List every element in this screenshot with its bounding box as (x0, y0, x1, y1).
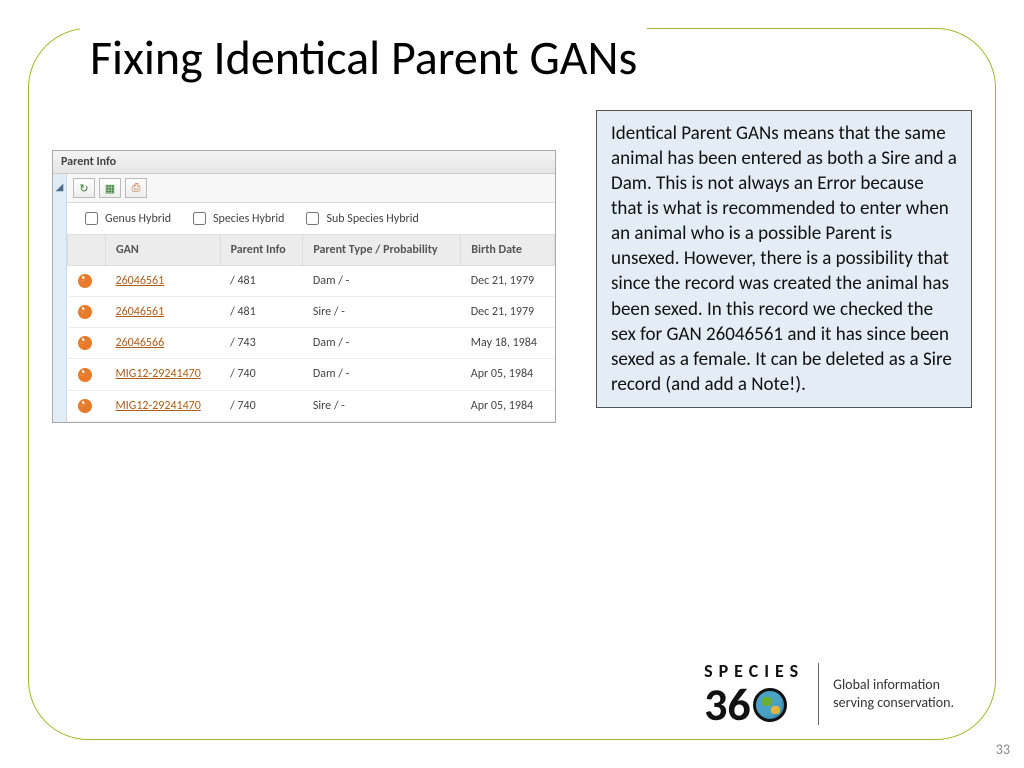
col-parent-info: Parent Info (220, 235, 303, 266)
hybrid-checkbox-row: Genus Hybrid Species Hybrid Sub Species … (67, 203, 555, 234)
cell-parent-type: Sire / - (303, 390, 461, 421)
cell-birth-date: Dec 21, 1979 (461, 297, 555, 328)
logo-360: 36 (704, 682, 804, 728)
col-gan: GAN (106, 235, 221, 266)
slide-title: Fixing Identical Parent GANs (80, 28, 647, 87)
table-row: MIG12-29241470 / 740Sire / -Apr 05, 1984 (68, 390, 555, 421)
cell-birth-date: May 18, 1984 (461, 328, 555, 359)
cell-parent-info: / 481 (220, 266, 303, 297)
gan-link[interactable]: 26046561 (116, 305, 165, 319)
logo-divider (818, 663, 819, 725)
panel-header: Parent Info (53, 151, 555, 174)
animal-icon (78, 368, 92, 382)
animal-icon (78, 336, 92, 350)
animal-icon (78, 274, 92, 288)
cell-parent-type: Dam / - (303, 328, 461, 359)
parent-info-panel: Parent Info ◢ ↻ ▦ ⎙ Genus Hybrid Species… (52, 150, 556, 423)
parent-info-table: GAN Parent Info Parent Type / Probabilit… (67, 234, 555, 422)
cell-parent-info: / 481 (220, 297, 303, 328)
cell-birth-date: Apr 05, 1984 (461, 359, 555, 390)
table-row: 26046561 / 481Dam / -Dec 21, 1979 (68, 266, 555, 297)
export-excel-icon[interactable]: ▦ (99, 178, 121, 198)
globe-icon (753, 688, 787, 722)
sub-species-hybrid-checkbox[interactable]: Sub Species Hybrid (302, 209, 418, 228)
gan-link[interactable]: MIG12-29241470 (116, 367, 201, 381)
animal-icon (78, 399, 92, 413)
cell-parent-info: / 740 (220, 359, 303, 390)
expand-collapse-strip[interactable]: ◢ (53, 174, 67, 422)
genus-hybrid-checkbox[interactable]: Genus Hybrid (81, 209, 171, 228)
species-hybrid-checkbox[interactable]: Species Hybrid (189, 209, 284, 228)
gan-link[interactable]: 26046561 (116, 274, 165, 288)
cell-parent-type: Sire / - (303, 297, 461, 328)
explanation-callout: Identical Parent GANs means that the sam… (596, 110, 972, 408)
refresh-icon[interactable]: ↻ (73, 178, 95, 198)
cell-parent-type: Dam / - (303, 266, 461, 297)
species360-logo: SPECIES 36 Global information serving co… (704, 660, 954, 728)
cell-parent-type: Dam / - (303, 359, 461, 390)
col-parent-type: Parent Type / Probability (303, 235, 461, 266)
cell-parent-info: / 743 (220, 328, 303, 359)
animal-icon (78, 305, 92, 319)
panel-toolbar: ↻ ▦ ⎙ (67, 174, 555, 203)
gan-link[interactable]: MIG12-29241470 (116, 399, 201, 413)
table-row: MIG12-29241470 / 740Dam / -Apr 05, 1984 (68, 359, 555, 390)
table-row: 26046566 / 743Dam / -May 18, 1984 (68, 328, 555, 359)
cell-parent-info: / 740 (220, 390, 303, 421)
page-number: 33 (996, 741, 1010, 758)
gan-link[interactable]: 26046566 (116, 336, 165, 350)
export-pdf-icon[interactable]: ⎙ (125, 178, 147, 198)
cell-birth-date: Dec 21, 1979 (461, 266, 555, 297)
table-row: 26046561 / 481Sire / -Dec 21, 1979 (68, 297, 555, 328)
cell-birth-date: Apr 05, 1984 (461, 390, 555, 421)
col-birth-date: Birth Date (461, 235, 555, 266)
logo-tagline: Global information serving conservation. (833, 676, 954, 712)
